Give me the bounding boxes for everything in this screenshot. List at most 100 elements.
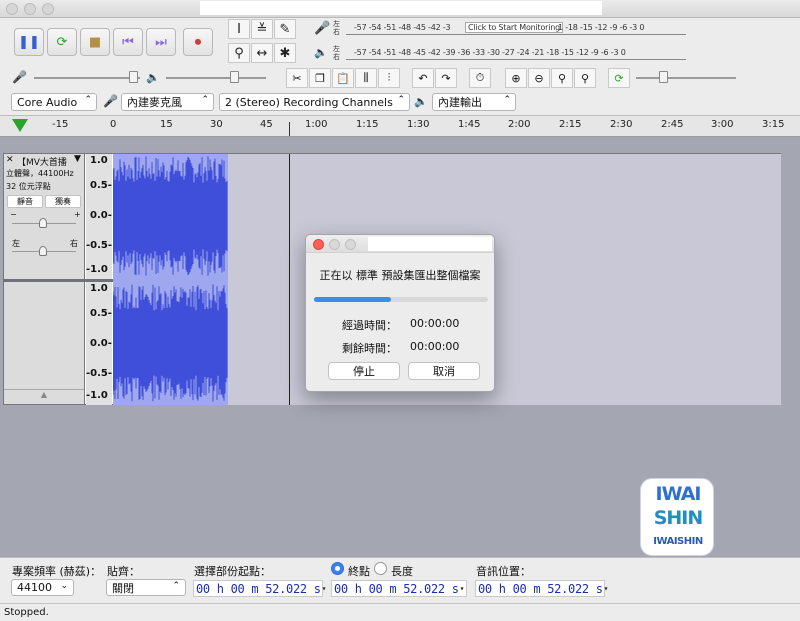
timeline-ruler[interactable]: -15 0 15 30 45 1:00 1:15 1:30 1:45 2:00 2:15 2:30 2:… bbox=[0, 115, 800, 137]
snap-select[interactable]: 關閉 ⌃ bbox=[106, 579, 186, 596]
stop-icon: ■ bbox=[88, 34, 102, 50]
output-volume-slider[interactable] bbox=[166, 77, 266, 79]
audio-host-select[interactable]: Core Audio ⌃ bbox=[11, 93, 97, 111]
pause-button[interactable]: ❚❚ bbox=[14, 28, 44, 56]
envelope-tool[interactable]: ≚ bbox=[251, 19, 273, 39]
track-bitdepth: 32 位元浮點 bbox=[6, 182, 51, 191]
end-radio[interactable] bbox=[331, 562, 344, 575]
close-window-button[interactable] bbox=[6, 3, 18, 15]
play-button[interactable]: ⟳ bbox=[47, 28, 77, 56]
toolbar: ❚❚ ⟳ ■ ⏮ ⏭ ⏺ I ≚ ✎ ⚲ ↔ ✱ 🎤 左右 -57 -54 -5… bbox=[0, 18, 800, 115]
play-speed-knob[interactable] bbox=[659, 71, 668, 83]
stop-export-button[interactable]: 停止 bbox=[328, 362, 400, 380]
undo-button[interactable]: ↶ bbox=[412, 68, 434, 88]
cancel-export-button[interactable]: 取消 bbox=[408, 362, 480, 380]
snap-value: 關閉 bbox=[112, 581, 134, 595]
play-head-icon[interactable] bbox=[12, 119, 28, 132]
remaining-label: 剩餘時間： bbox=[342, 342, 397, 355]
recording-meter[interactable]: -57 -54 -51 -48 -45 -42 -3 Click to Star… bbox=[346, 20, 686, 35]
stop-button[interactable]: ■ bbox=[80, 28, 110, 56]
draw-tool[interactable]: ✎ bbox=[274, 19, 296, 39]
scale-bottom: -1.0 bbox=[86, 264, 108, 275]
scale-top: 1.0 bbox=[90, 155, 108, 166]
asterisk-icon: ✱ bbox=[279, 45, 291, 61]
scale-zero: 0.0- bbox=[90, 338, 112, 349]
chevron-down-icon[interactable]: ▾ bbox=[460, 584, 465, 593]
trim-icon: ⫼ bbox=[363, 71, 369, 84]
ruler-tick-label: 2:00 bbox=[508, 119, 531, 130]
solo-button[interactable]: 獨奏 bbox=[45, 195, 81, 208]
selection-start-time[interactable]: 00 h 00 m 52.022 s ▾ bbox=[193, 580, 326, 597]
input-volume-slider[interactable] bbox=[34, 77, 140, 79]
scale-zero: 0.0- bbox=[90, 210, 112, 221]
gain-knob[interactable] bbox=[39, 218, 47, 228]
ruler-tick-label: 3:00 bbox=[711, 119, 734, 130]
audio-position-time[interactable]: 00 h 00 m 52.022 s ▾ bbox=[475, 580, 608, 597]
recording-device-select[interactable]: 內建麥克風 ⌃ bbox=[121, 93, 214, 111]
track-name[interactable]: 【MV大首播 bbox=[17, 155, 73, 168]
play-at-speed-button[interactable]: ⟳ bbox=[608, 68, 630, 88]
multi-tool[interactable]: ✱ bbox=[274, 43, 296, 63]
skip-end-icon: ⏭ bbox=[155, 34, 167, 50]
paste-button[interactable]: 📋 bbox=[332, 68, 354, 88]
vertical-ruler-right[interactable]: 1.0 0.5- 0.0- -0.5- -1.0 bbox=[86, 282, 112, 405]
pan-knob[interactable] bbox=[39, 246, 47, 256]
playback-meter[interactable]: -57 -54 -51 -48 -45 -42 -39 -36 -33 -30 … bbox=[346, 45, 686, 60]
playback-device-value: 內建輸出 bbox=[438, 96, 482, 109]
scale-half: 0.5- bbox=[90, 308, 112, 319]
track-menu-icon[interactable]: ▼ bbox=[74, 154, 81, 164]
play-speed-slider[interactable] bbox=[636, 77, 736, 79]
redo-button[interactable]: ↷ bbox=[435, 68, 457, 88]
audio-waveform[interactable] bbox=[113, 154, 229, 405]
mute-button[interactable]: 靜音 bbox=[7, 195, 43, 208]
fit-project-button[interactable]: ⚲ bbox=[574, 68, 596, 88]
chevron-down-icon[interactable]: ▾ bbox=[322, 584, 327, 593]
logo-line-2: SHIN bbox=[653, 507, 704, 529]
play-meter-scale: -57 -54 -51 -48 -45 -42 -39 -36 -33 -30 … bbox=[354, 48, 626, 57]
selection-end-time[interactable]: 00 h 00 m 52.022 s ▾ bbox=[331, 580, 467, 597]
audio-position-label: 音訊位置： bbox=[476, 565, 531, 578]
scale-bottom: -1.0 bbox=[86, 390, 108, 401]
zoom-tool[interactable]: ⚲ bbox=[228, 43, 250, 63]
skip-start-button[interactable]: ⏮ bbox=[113, 28, 143, 56]
collapse-track-icon[interactable]: ▲ bbox=[4, 389, 84, 404]
ruler-tick-label: 2:15 bbox=[559, 119, 582, 130]
record-button[interactable]: ⏺ bbox=[183, 28, 213, 56]
gain-plus-label: + bbox=[74, 210, 81, 219]
scale-neg-half: -0.5- bbox=[86, 368, 113, 379]
fit-selection-button[interactable]: ⚲ bbox=[551, 68, 573, 88]
zoom-window-button[interactable] bbox=[42, 3, 54, 15]
recording-channels-select[interactable]: 2 (Stereo) Recording Channels ⌃ bbox=[219, 93, 410, 111]
output-volume-knob[interactable] bbox=[230, 71, 239, 83]
trim-button[interactable]: ⫼ bbox=[355, 68, 377, 88]
cursor-marker bbox=[289, 122, 290, 136]
minimize-window-button[interactable] bbox=[24, 3, 36, 15]
dialog-close-button[interactable] bbox=[313, 239, 324, 250]
time-shift-tool[interactable]: ↔ bbox=[251, 43, 273, 63]
sync-lock-button[interactable]: ⏱ bbox=[469, 68, 491, 88]
status-bar: Stopped. bbox=[0, 603, 800, 621]
zoom-out-button[interactable]: ⊖ bbox=[528, 68, 550, 88]
playback-device-select[interactable]: 內建輸出 ⌃ bbox=[432, 93, 516, 111]
export-progress-dialog[interactable]: 正在以 標準 預設集匯出整個檔案 經過時間： 00:00:00 剩餘時間： 00… bbox=[305, 234, 495, 392]
zoom-in-button[interactable]: ⊕ bbox=[505, 68, 527, 88]
silence-button[interactable]: ⫶ bbox=[378, 68, 400, 88]
project-rate-select[interactable]: 44100 ⌄ bbox=[11, 579, 74, 596]
selection-tool[interactable]: I bbox=[228, 19, 250, 39]
selection-toolbar: 專案頻率 (赫茲)： 44100 ⌄ 貼齊： 關閉 ⌃ 選擇部份起點： 終點 長度 … bbox=[0, 557, 800, 603]
pan-right-label: 右 bbox=[70, 239, 78, 248]
chevron-down-icon: ⌃ bbox=[201, 95, 209, 105]
skip-end-button[interactable]: ⏭ bbox=[146, 28, 176, 56]
play-left-label: 左 bbox=[333, 45, 340, 53]
copy-button[interactable]: ❐ bbox=[309, 68, 331, 88]
recording-channels-value: 2 (Stereo) Recording Channels bbox=[225, 95, 393, 109]
cut-button[interactable]: ✂ bbox=[286, 68, 308, 88]
export-progress-bar bbox=[314, 297, 488, 302]
snap-label: 貼齊： bbox=[107, 565, 140, 578]
chevron-down-icon[interactable]: ▾ bbox=[604, 584, 609, 593]
start-monitoring-label[interactable]: Click to Start Monitoring bbox=[465, 22, 564, 33]
vertical-ruler-left[interactable]: 1.0 0.5- 0.0- -0.5- -1.0 bbox=[86, 154, 112, 279]
length-radio[interactable] bbox=[374, 562, 387, 575]
track-close-icon[interactable]: ✕ bbox=[6, 155, 14, 165]
input-volume-knob[interactable] bbox=[129, 71, 138, 83]
